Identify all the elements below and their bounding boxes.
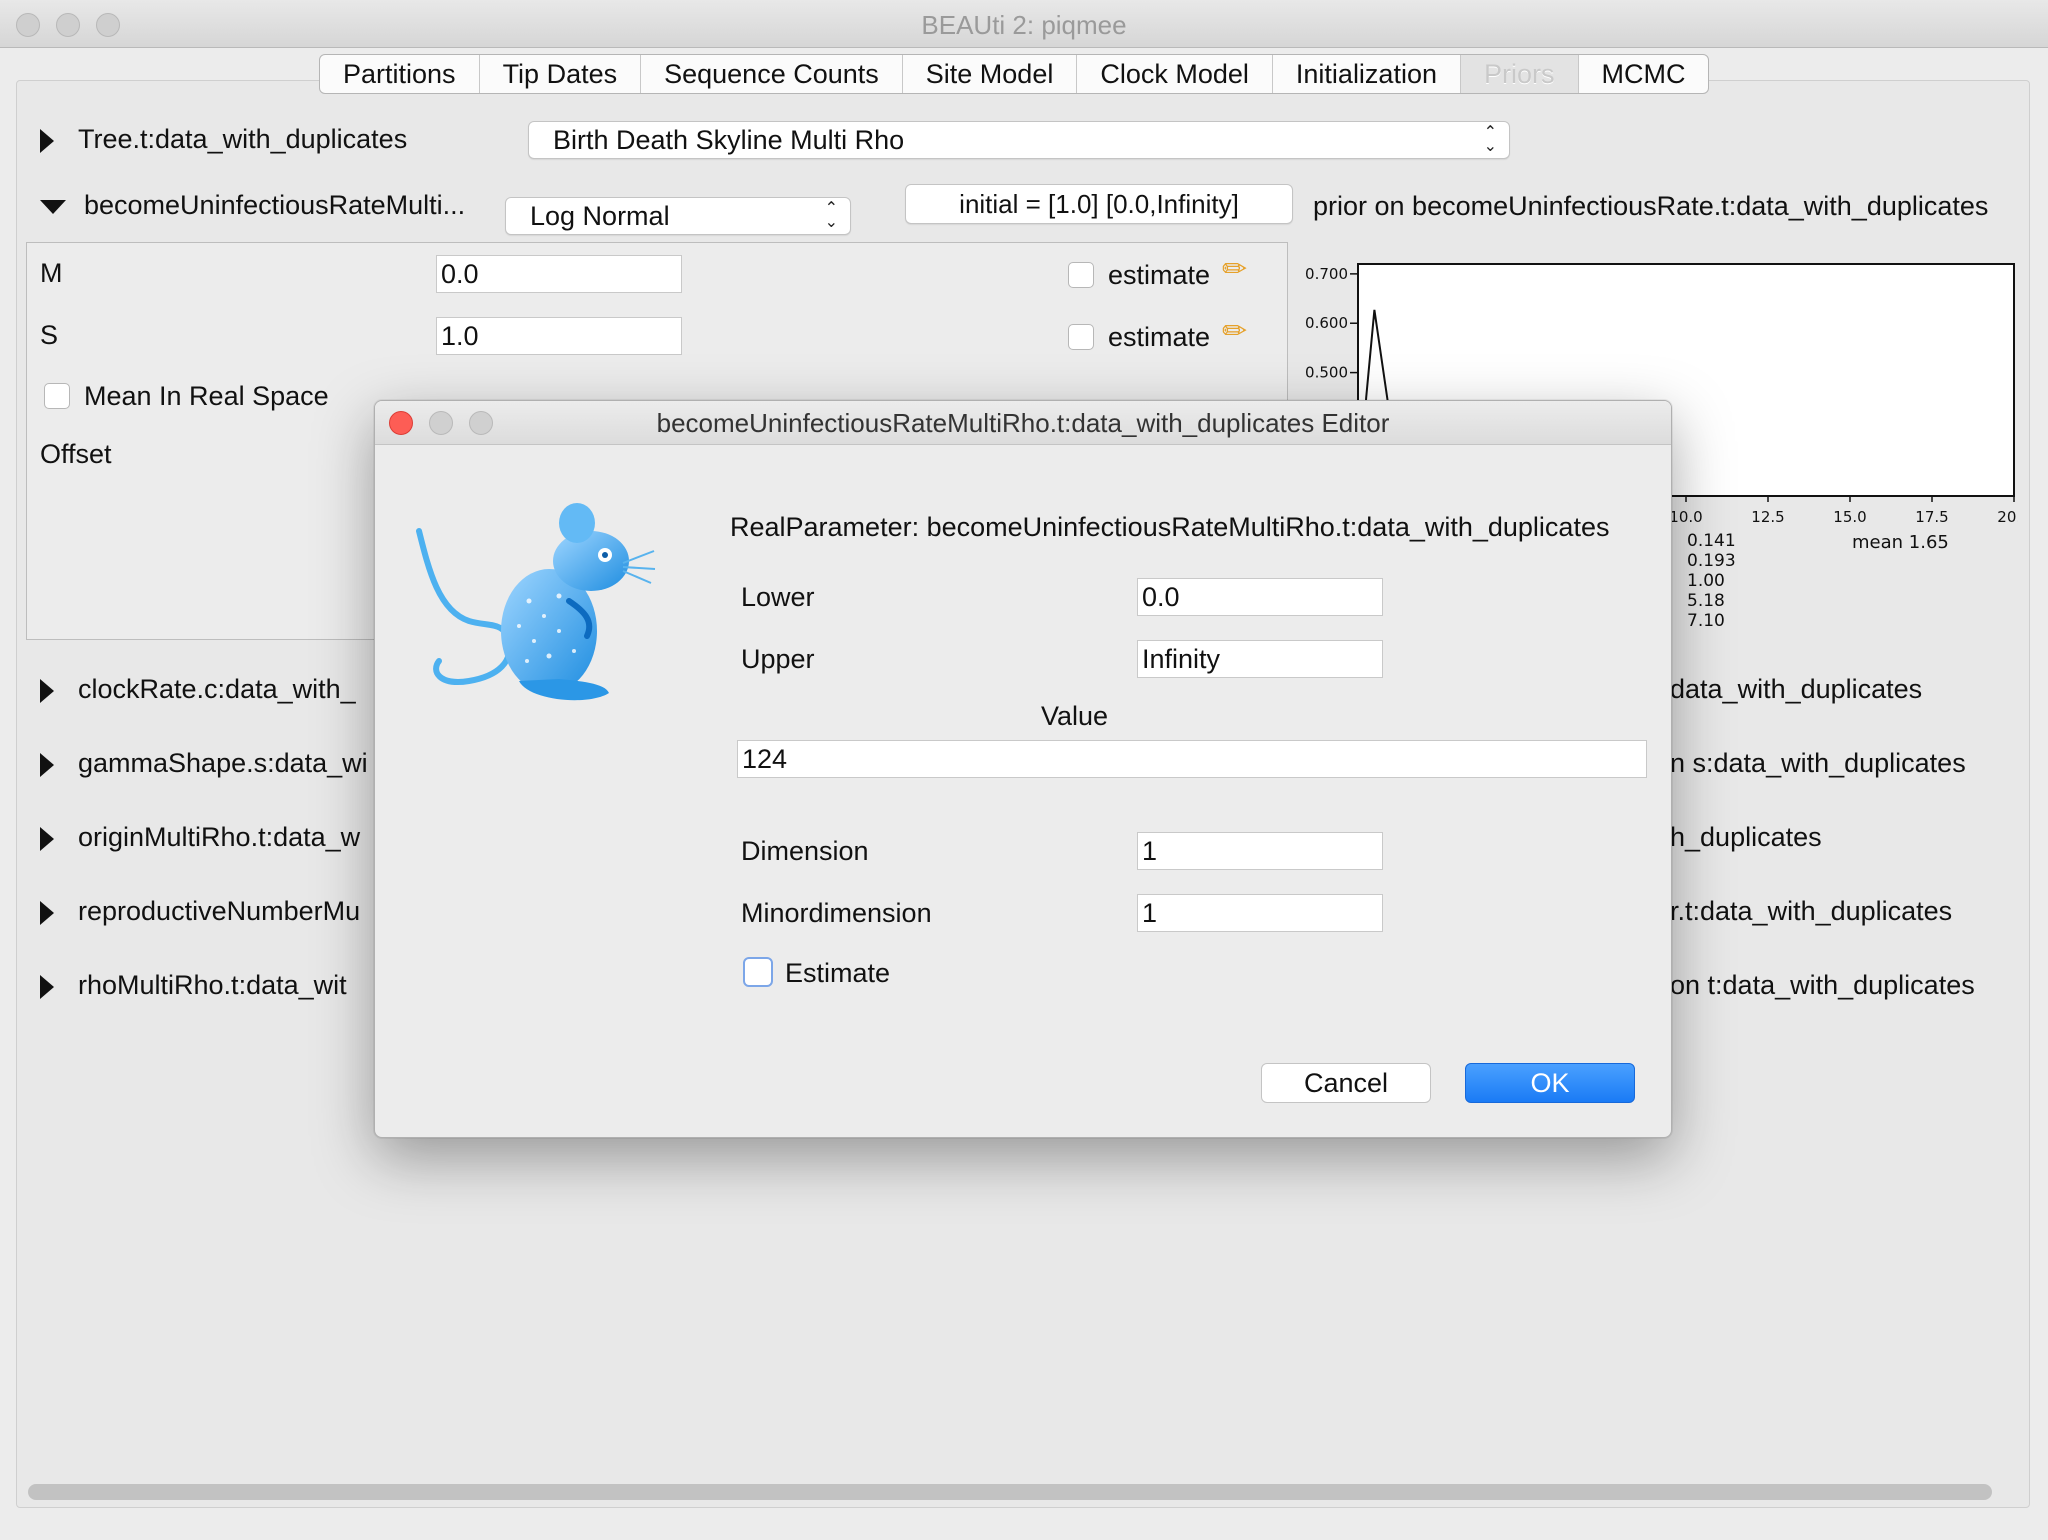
become-uninfectious-row[interactable]: becomeUninfectiousRateMulti... [40,190,465,221]
x-tick-label: 12.5 [1751,508,1784,526]
tab-initialization[interactable]: Initialization [1273,55,1461,93]
expand-triangle-icon[interactable] [40,128,54,153]
m-estimate-label: estimate [1108,260,1211,290]
ok-button[interactable]: OK [1465,1063,1635,1103]
tab-site-model[interactable]: Site Model [903,55,1078,93]
minordimension-label: Minordimension [741,898,932,928]
x-tick-label: 17.5 [1915,508,1948,526]
pencil-icon[interactable]: ✏ [1222,314,1247,349]
tree-model-select[interactable]: Birth Death Skyline Multi Rho ⌃ ⌄ [528,121,1510,159]
clock-rate-prior-label: data_with_duplicates [1670,674,1923,704]
x-tick-label: 15.0 [1833,508,1866,526]
s-label: S [40,320,59,350]
quantile-label: 0.141 [1687,531,1736,551]
rho-multi-rho-label: rhoMultiRho.t:data_wit [78,970,347,1000]
distribution-select[interactable]: Log Normal ⌃ ⌄ [505,197,851,235]
quantile-label: 5.18 [1687,591,1725,611]
gamma-shape-label: gammaShape.s:data_wi [78,748,368,778]
parameter-editor-dialog: becomeUninfectiousRateMultiRho.t:data_wi… [374,400,1672,1138]
horizontal-scrollbar[interactable] [28,1484,1992,1500]
pencil-icon[interactable]: ✏ [1222,252,1247,287]
gamma-shape-prior-label: n s:data_with_duplicates [1670,748,1966,778]
upper-label: Upper [741,644,815,674]
mean-in-real-space-label: Mean In Real Space [84,381,329,411]
x-tick-label: 20.0 [1997,508,2018,526]
tab-sequence-counts[interactable]: Sequence Counts [641,55,903,93]
reproductive-number-prior-label: r.t:data_with_duplicates [1670,896,1953,926]
tree-model-value: Birth Death Skyline Multi Rho [553,125,905,155]
x-tick-label: 10.0 [1669,508,1702,526]
value-label: Value [1041,701,1109,731]
tab-mcmc[interactable]: MCMC [1579,55,1709,93]
expand-triangle-icon[interactable] [40,678,54,703]
become-uninfectious-label: becomeUninfectiousRateMulti... [84,190,466,220]
expand-triangle-icon[interactable] [40,826,54,851]
origin-multi-rho-prior-label: h_duplicates [1670,822,1822,852]
y-tick-label: 0.600 [1305,314,1348,332]
dimension-label: Dimension [741,836,869,866]
prior-description: prior on becomeUninfectiousRate.t:data_w… [1313,191,1989,221]
window-titlebar: BEAUti 2: piqmee [0,0,2048,48]
s-input[interactable]: 1.0 [436,317,682,355]
dimension-input[interactable]: 1 [1137,832,1383,870]
clock-rate-label: clockRate.c:data_with_ [78,674,356,704]
y-tick-label: 0.700 [1305,265,1348,283]
dialog-titlebar: becomeUninfectiousRateMultiRho.t:data_wi… [375,401,1671,445]
estimate-checkbox[interactable] [743,957,773,987]
estimate-label: Estimate [785,958,891,988]
upper-input[interactable]: Infinity [1137,640,1383,678]
dialog-heading: RealParameter: becomeUninfectiousRateMul… [730,512,1610,542]
s-estimate-label: estimate [1108,322,1211,352]
quantile-label: 0.193 [1687,551,1736,571]
m-label: M [40,258,63,288]
tab-partitions[interactable]: Partitions [320,55,480,93]
origin-multi-rho-label: originMultiRho.t:data_w [78,822,361,852]
mean-in-real-space-checkbox[interactable] [44,383,70,409]
tab-priors[interactable]: Priors [1460,55,1579,93]
clock-rate-row[interactable]: clockRate.c:data_with_ [40,674,356,705]
s-estimate-checkbox[interactable] [1068,324,1094,350]
reproductive-number-row[interactable]: reproductiveNumberMu [40,896,360,927]
tree-prior-row[interactable]: Tree.t:data_with_duplicates [40,124,407,155]
select-arrows-icon: ⌃ ⌄ [1483,124,1497,155]
m-estimate-checkbox[interactable] [1068,262,1094,288]
quantile-label: 1.00 [1687,571,1725,591]
expand-triangle-icon[interactable] [40,974,54,999]
tab-clock-model[interactable]: Clock Model [1077,55,1273,93]
tree-prior-label: Tree.t:data_with_duplicates [78,124,408,154]
cancel-button[interactable]: Cancel [1261,1063,1431,1103]
dialog-title: becomeUninfectiousRateMultiRho.t:data_wi… [656,408,1390,438]
reproductive-number-label: reproductiveNumberMu [78,896,361,926]
minordimension-input[interactable]: 1 [1137,894,1383,932]
lower-label: Lower [741,582,815,612]
collapse-triangle-icon[interactable] [40,199,66,214]
lower-input[interactable]: 0.0 [1137,578,1383,616]
value-input[interactable]: 124 [737,740,1647,778]
gamma-shape-row[interactable]: gammaShape.s:data_wi [40,748,368,779]
window-title: BEAUti 2: piqmee [921,10,1127,40]
beast-logo-icon [416,503,656,701]
mean-label: mean 1.65 [1852,532,1949,553]
origin-multi-rho-row[interactable]: originMultiRho.t:data_w [40,822,360,853]
y-tick-label: 0.500 [1305,364,1348,382]
rho-multi-rho-row[interactable]: rhoMultiRho.t:data_wit [40,970,347,1001]
tab-tip-dates[interactable]: Tip Dates [480,55,642,93]
offset-label: Offset [40,439,112,469]
expand-triangle-icon[interactable] [40,752,54,777]
initial-value-button[interactable]: initial = [1.0] [0.0,Infinity] [905,184,1293,224]
m-input[interactable]: 0.0 [436,255,682,293]
expand-triangle-icon[interactable] [40,900,54,925]
tab-bar: Partitions Tip Dates Sequence Counts Sit… [319,54,1710,94]
distribution-value: Log Normal [530,201,670,231]
quantile-label: 7.10 [1687,611,1725,631]
select-arrows-icon: ⌃ ⌄ [824,200,838,231]
rho-multi-rho-prior-label: on t:data_with_duplicates [1670,970,1975,1000]
